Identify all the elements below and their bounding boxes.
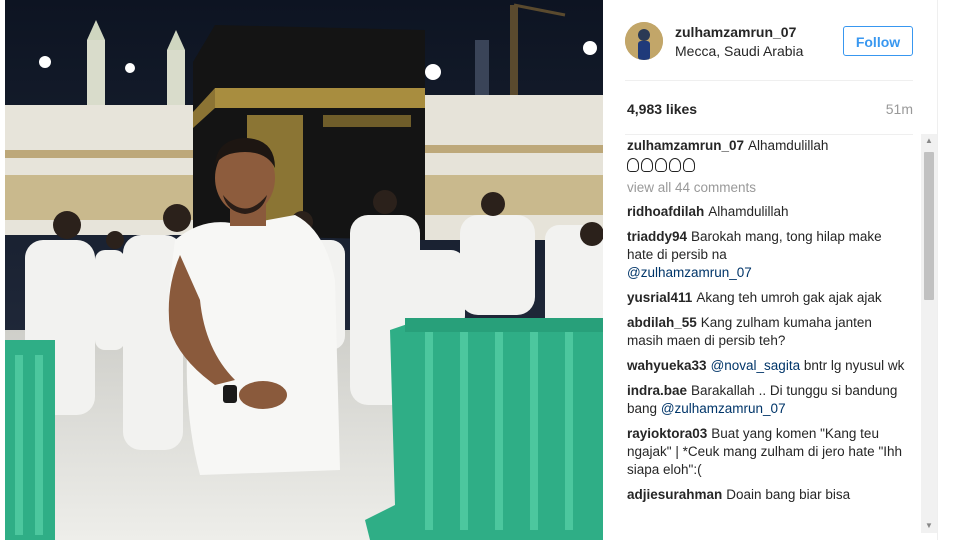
comment-list: zulhamzamrun_07 Alhamdulillah view all 44… [627,137,911,540]
comment-item: abdilah_55 Kang zulham kumaha janten masi… [627,314,911,350]
comment-username[interactable]: ridhoafdilah [627,204,704,219]
caption: zulhamzamrun_07 Alhamdulillah [627,137,911,172]
comment-text: Akang teh umroh gak ajak ajak [696,290,882,305]
comment-username[interactable]: adjiesurahman [627,487,722,502]
divider [625,80,913,81]
caption-text: Alhamdulillah [748,138,829,153]
post-photo[interactable] [5,0,603,540]
comment-text: bntr lg nyusul wk [803,358,905,373]
location[interactable]: Mecca, Saudi Arabia [675,43,803,59]
post-sidebar: zulhamzamrun_07 Mecca, Saudi Arabia Foll… [603,0,938,540]
scrollbar-thumb[interactable] [924,152,934,300]
view-all-comments-link[interactable]: view all 44 comments [627,179,911,197]
avatar[interactable] [625,22,663,60]
comment-username[interactable]: abdilah_55 [627,315,697,330]
page-margin [938,0,960,540]
comment-text: Doain bang biar bisa [726,487,851,502]
comment-item: wahyueka33 @noval_sagita bntr lg nyusul w… [627,357,911,375]
triangle-up-icon[interactable]: ▲ [921,134,937,148]
comment-item: adjiesurahman Doain bang biar bisa [627,486,911,504]
comment-username[interactable]: triaddy94 [627,229,687,244]
comment-username[interactable]: rayioktora03 [627,426,707,441]
comment-text: Alhamdulillah [708,204,789,219]
kaaba-photo [5,0,603,540]
comment-mention[interactable]: @noval_sagita [711,358,801,373]
pray-emojis-icon [627,156,911,172]
comments-scrollbar[interactable]: ▲ ▼ [921,134,937,533]
follow-button[interactable]: Follow [843,26,913,56]
comment-item: yusrial411 Akang teh umroh gak ajak ajak [627,289,911,307]
avatar-image-icon [625,22,663,60]
triangle-down-icon[interactable]: ▼ [921,519,937,533]
comment-mention[interactable]: @zulhamzamrun_07 [627,265,752,280]
post-time: 51m [885,101,913,117]
comment-mention[interactable]: @zulhamzamrun_07 [661,401,786,416]
comment-item: ridhoafdilah Alhamdulillah [627,203,911,221]
caption-username[interactable]: zulhamzamrun_07 [627,138,744,153]
divider [625,134,913,135]
comment-item: triaddy94 Barokah mang, tong hilap make h… [627,228,911,282]
comment-item: indra.bae Barakallah .. Di tunggu si band… [627,382,911,418]
post-header: zulhamzamrun_07 Mecca, Saudi Arabia Foll… [603,0,937,80]
comment-item: rayioktora03 Buat yang komen "Kang teu ng… [627,425,911,479]
username[interactable]: zulhamzamrun_07 [675,24,796,40]
comment-username[interactable]: wahyueka33 [627,358,707,373]
likes-count[interactable]: 4,983 likes [627,101,697,117]
comment-username[interactable]: yusrial411 [627,290,692,305]
comment-username[interactable]: indra.bae [627,383,687,398]
